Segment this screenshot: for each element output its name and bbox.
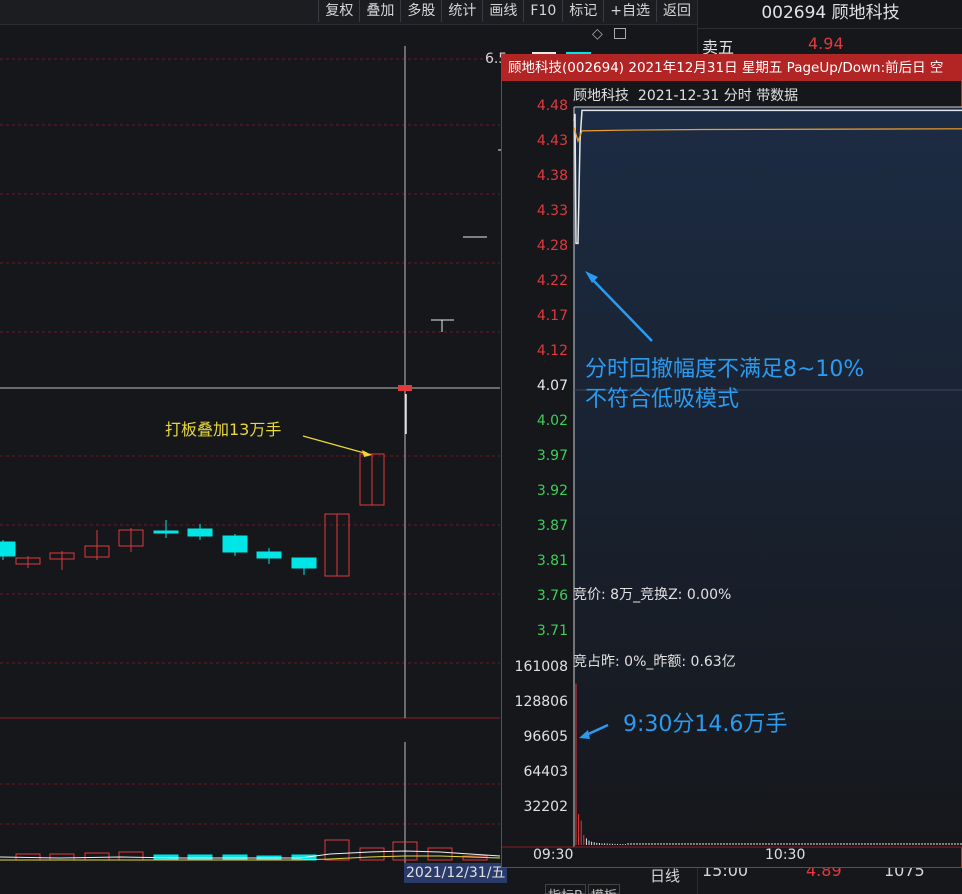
annotation-volume: 9:30分14.6万手 xyxy=(623,712,788,737)
annotation-retracement: 分时回撤幅度不满足8~10% 不符合低吸模式 xyxy=(585,355,864,415)
ma-line-white xyxy=(0,850,501,859)
panel-divider xyxy=(698,28,962,29)
candle-body xyxy=(291,557,317,569)
volume-axis: 161008 128806 96605 64403 32202 xyxy=(502,55,572,869)
toolbar-add-watchlist-button[interactable]: +自选 xyxy=(603,0,656,22)
panel-toggle-icon[interactable] xyxy=(614,28,626,39)
top-toolbar: 复权 叠加 多股 统计 画线 F10 标记 +自选 返回 xyxy=(0,0,697,25)
volume-tick-label: 161008 xyxy=(514,659,568,675)
toolbar-multi-stock-button[interactable]: 多股 xyxy=(400,0,441,22)
toolbar-draw-button[interactable]: 画线 xyxy=(482,0,523,22)
diamond-icon[interactable]: ◇ xyxy=(592,26,603,42)
volume-bar xyxy=(49,853,75,861)
volume-bar xyxy=(427,847,453,861)
volume-tick-label: 96605 xyxy=(523,729,568,745)
intraday-popup[interactable]: 顾地科技(002694) 2021年12月31日 星期五 PageUp/Down… xyxy=(501,54,962,868)
candle-body xyxy=(153,530,179,534)
volume-tick-label: 32202 xyxy=(523,799,568,815)
annotation-retracement-line1: 分时回撤幅度不满足8~10% xyxy=(585,357,865,382)
toolbar-stats-button[interactable]: 统计 xyxy=(441,0,482,22)
stock-title: 002694 顾地科技 xyxy=(761,3,900,23)
candlesticks xyxy=(0,453,385,577)
volume-bar xyxy=(187,854,213,861)
time-label-start: 09:30 xyxy=(533,847,574,863)
tab-indicator-b[interactable]: 指标B xyxy=(545,884,586,894)
volume-bars xyxy=(15,839,488,861)
kline-annotation: 打板叠加13万手 xyxy=(165,420,282,439)
toolbar-back-button[interactable]: 返回 xyxy=(656,0,697,22)
candle-body xyxy=(187,528,213,537)
auction-info-1: 竞价: 8万_竞换Z: 0.00% xyxy=(573,587,732,603)
candle-body xyxy=(222,535,248,553)
time-label-mid: 10:30 xyxy=(765,847,806,863)
toolbar-overlay-button[interactable]: 叠加 xyxy=(359,0,400,22)
toolbar-adjust-button[interactable]: 复权 xyxy=(318,0,359,22)
annotation-retracement-line2: 不符合低吸模式 xyxy=(585,387,740,412)
sell5-price: 4.94 xyxy=(808,34,844,53)
volume-tick-label: 64403 xyxy=(523,764,568,780)
candle-body xyxy=(256,551,282,559)
auction-info-2: 竞占昨: 0%_昨额: 0.63亿 xyxy=(573,654,736,670)
volume-bar xyxy=(84,852,110,861)
date-tag: 2021/12/31/五 xyxy=(404,863,508,883)
tab-template[interactable]: 模板 xyxy=(587,884,620,894)
bottom-tabs: 指标B 模板 xyxy=(545,884,620,894)
crosshair-marker xyxy=(398,385,412,391)
toolbar-f10-button[interactable]: F10 xyxy=(523,0,562,22)
candle-body xyxy=(0,541,16,557)
volume-bar xyxy=(359,847,385,861)
annotation-arrow xyxy=(302,435,369,455)
volume-bar xyxy=(324,839,350,861)
volume-bar xyxy=(118,851,144,861)
toolbar-mark-button[interactable]: 标记 xyxy=(562,0,603,22)
volume-tick-label: 128806 xyxy=(514,694,568,710)
